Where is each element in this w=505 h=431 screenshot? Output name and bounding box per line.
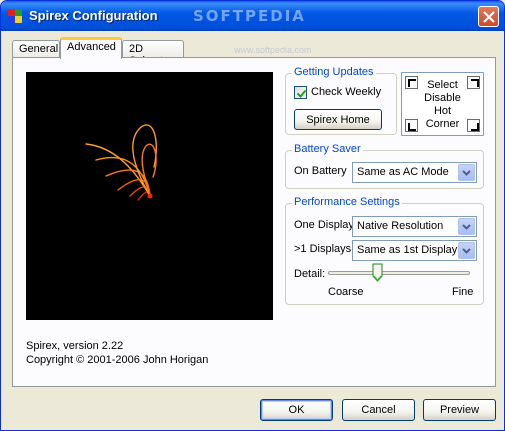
ok-button[interactable]: OK: [260, 399, 333, 421]
tab-general-label: General: [19, 43, 59, 55]
corner-text-disable: Disable: [424, 92, 461, 104]
on-battery-label: On Battery: [294, 165, 347, 177]
watermark-url: www.softpedia.com: [234, 45, 312, 55]
battery-saver-group: Battery Saver On Battery Same as AC Mode: [285, 143, 484, 189]
window-title: Spirex Configuration: [29, 8, 158, 23]
detail-slider-track[interactable]: [328, 271, 470, 275]
multi-display-value: Same as 1st Display: [357, 244, 458, 256]
performance-settings-group: Performance Settings One Display Native …: [285, 196, 484, 305]
detail-slider-thumb[interactable]: [372, 263, 383, 282]
coarse-label: Coarse: [328, 286, 364, 298]
tab-general[interactable]: General: [12, 40, 60, 58]
preview-button[interactable]: Preview: [423, 399, 496, 421]
version-text: Spirex, version 2.22: [26, 340, 124, 352]
config-window: Spirex Configuration SOFTPEDIA General A…: [0, 0, 505, 431]
watermark-text: SOFTPEDIA: [193, 7, 306, 25]
check-weekly-checkbox[interactable]: [294, 86, 307, 99]
chevron-down-icon: [462, 248, 471, 254]
corner-text-hot: Hot: [433, 105, 452, 117]
corner-text-select: Select: [427, 79, 458, 91]
tab-advanced[interactable]: Advanced: [60, 37, 122, 59]
tab-2d-subset[interactable]: 2D Subset: [122, 40, 184, 67]
one-display-select[interactable]: Native Resolution: [352, 216, 477, 237]
getting-updates-group: Getting Updates Check Weekly Spirex Home: [285, 66, 397, 135]
spiral-curve-7: [132, 124, 157, 197]
dropdown-arrow[interactable]: [458, 164, 475, 181]
version-info: Spirex, version 2.22 Copyright © 2001-20…: [26, 339, 208, 367]
close-button[interactable]: [478, 6, 499, 27]
chevron-down-icon: [462, 224, 471, 230]
cancel-button[interactable]: Cancel: [342, 399, 415, 421]
chevron-down-icon: [462, 170, 471, 176]
multi-display-label: >1 Displays: [294, 243, 352, 255]
spiral-center: [147, 193, 153, 199]
spirex-preview: [26, 72, 273, 320]
checkmark-icon: [296, 89, 307, 98]
one-display-label: One Display: [294, 219, 354, 231]
tab-advanced-label: Advanced: [67, 41, 116, 53]
corner-text-corner: Corner: [425, 118, 460, 130]
copyright-text: Copyright © 2001-2006 John Horigan: [26, 354, 209, 366]
spirex-curves: [85, 124, 157, 201]
close-icon: [483, 11, 495, 23]
dropdown-arrow[interactable]: [458, 218, 475, 235]
title-bar[interactable]: Spirex Configuration SOFTPEDIA: [1, 1, 504, 31]
fine-label: Fine: [452, 286, 474, 298]
check-weekly-label[interactable]: Check Weekly: [311, 86, 381, 98]
hot-corner-selector[interactable]: Select Disable Hot Corner: [401, 72, 484, 136]
battery-saver-legend: Battery Saver: [292, 143, 363, 155]
one-display-value: Native Resolution: [357, 220, 444, 232]
on-battery-select[interactable]: Same as AC Mode: [352, 162, 477, 183]
dropdown-arrow[interactable]: [458, 242, 475, 259]
detail-label: Detail:: [294, 268, 326, 280]
on-battery-value: Same as AC Mode: [357, 166, 449, 178]
advanced-panel: Spirex, version 2.22 Copyright © 2001-20…: [12, 57, 496, 387]
getting-updates-legend: Getting Updates: [292, 66, 376, 78]
multi-display-select[interactable]: Same as 1st Display: [352, 240, 477, 261]
performance-settings-legend: Performance Settings: [292, 196, 402, 208]
spirex-home-button[interactable]: Spirex Home: [294, 109, 382, 130]
app-icon: [8, 9, 22, 23]
